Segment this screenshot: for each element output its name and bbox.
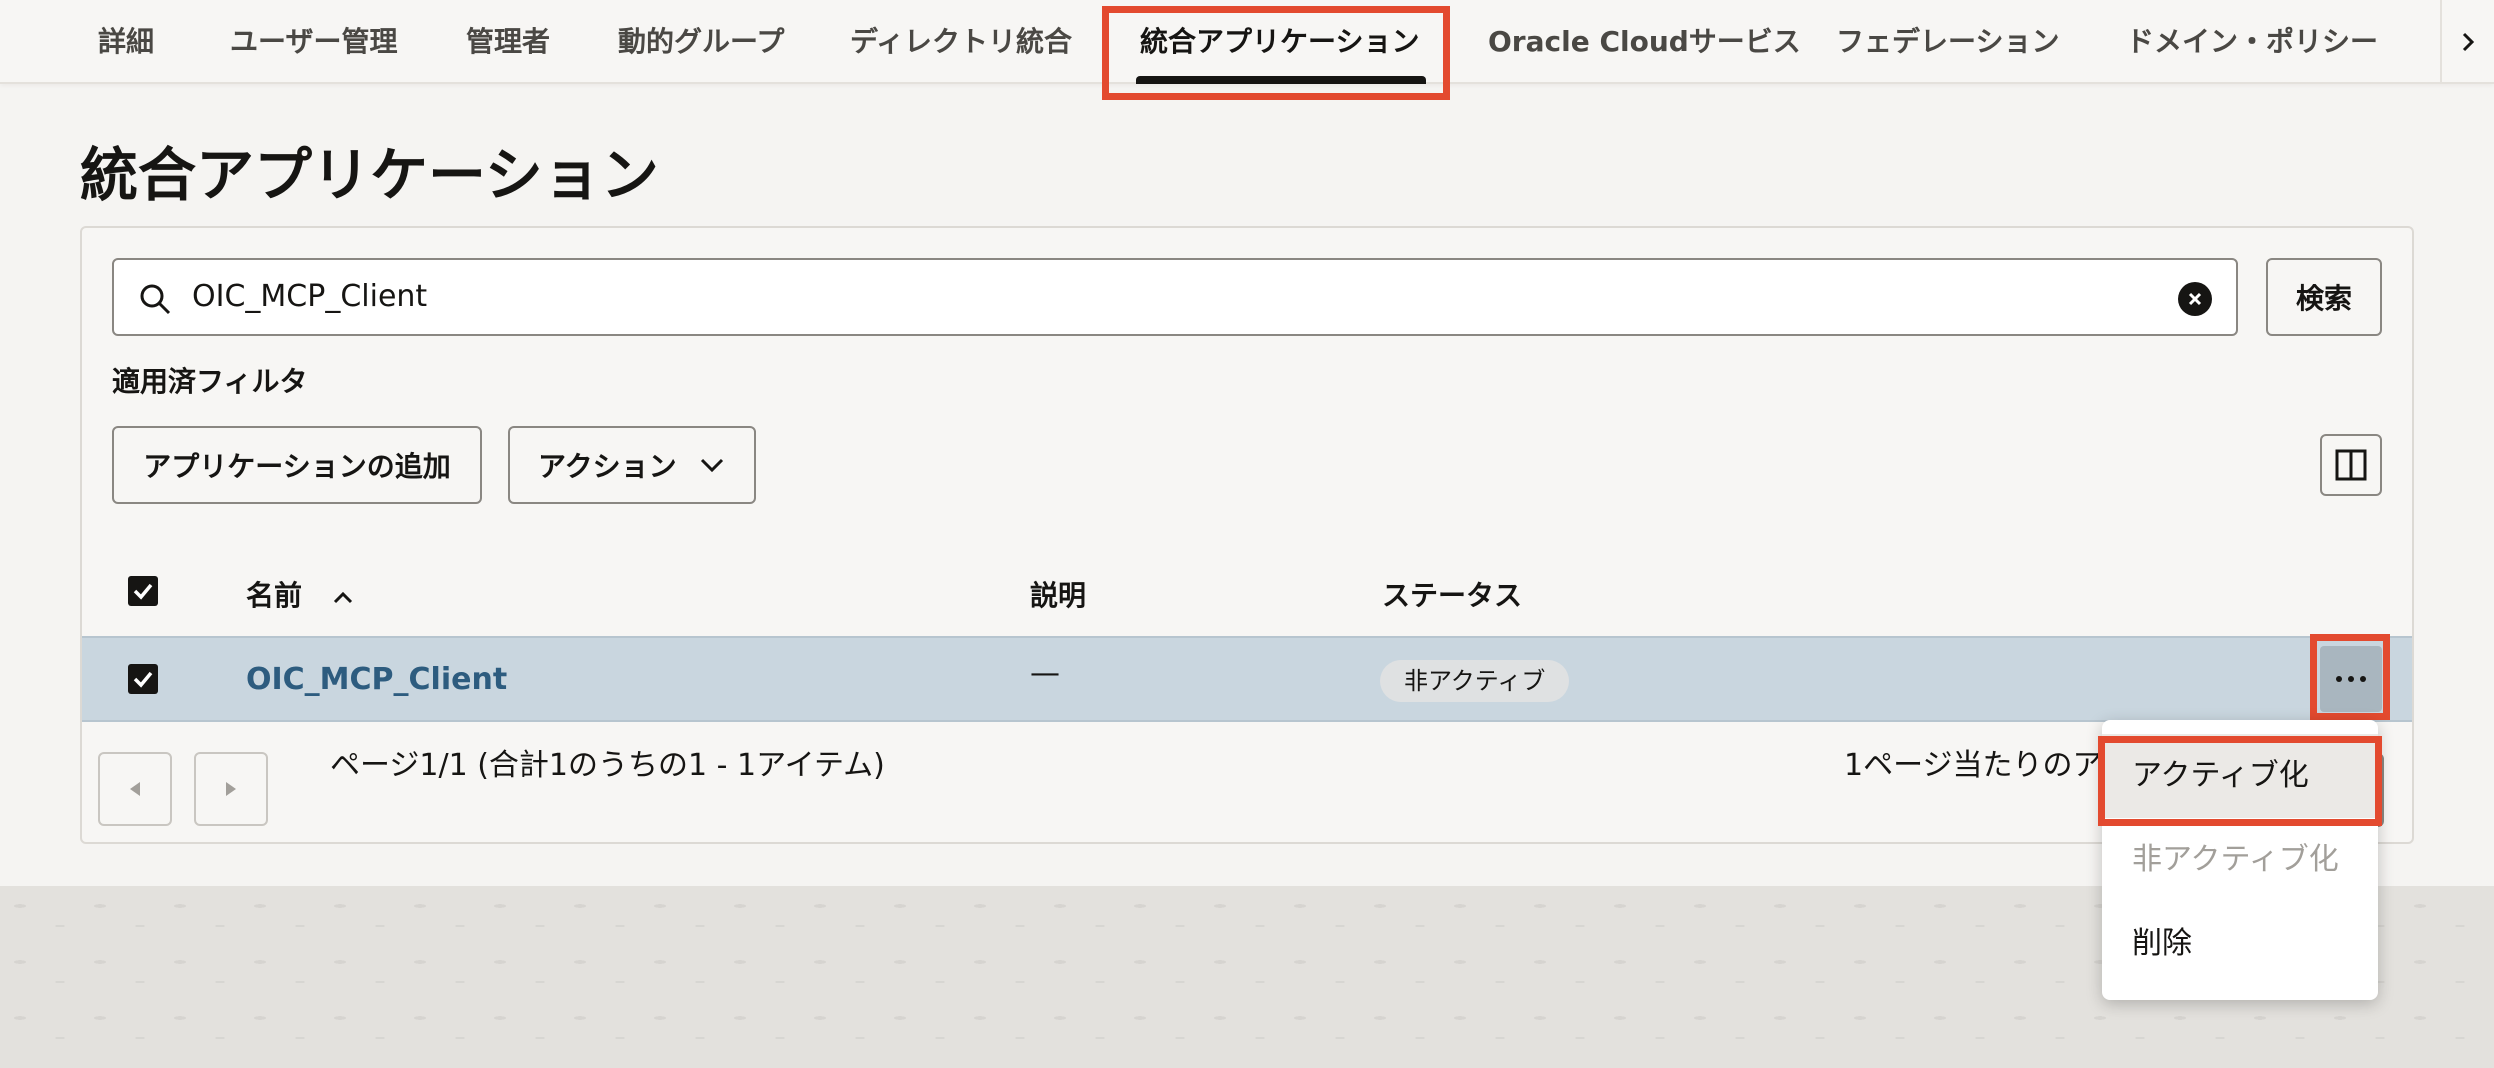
- search-value: OIC_MCP_Client: [192, 279, 428, 314]
- search-icon: [140, 284, 171, 315]
- applied-filters-label: 適用済フィルタ: [112, 365, 308, 398]
- chevron-right-icon: [2462, 32, 2475, 52]
- tab-oracle-cloud-services[interactable]: Oracle Cloudサービス: [1488, 0, 1801, 84]
- column-layout-button[interactable]: [2320, 434, 2382, 496]
- select-all-checkbox[interactable]: [128, 576, 158, 606]
- row-actions-menu-button[interactable]: [2320, 646, 2382, 712]
- close-icon: [2188, 292, 2202, 306]
- tab-dynamic-groups[interactable]: 動的グループ: [618, 0, 784, 84]
- next-page-button[interactable]: [194, 752, 268, 826]
- menu-item-deactivate: 非アクティブ化: [2132, 842, 2339, 877]
- sort-ascending-icon: [333, 591, 352, 604]
- applications-panel: OIC_MCP_Client 検索 適用済フィルタ アプリケーションの追加 アク…: [80, 226, 2414, 844]
- columns-icon: [2335, 449, 2367, 481]
- application-description: —: [1030, 656, 1060, 691]
- check-icon: [133, 583, 153, 600]
- clear-search-icon[interactable]: [2178, 282, 2212, 316]
- previous-page-button[interactable]: [98, 752, 172, 826]
- column-header-name[interactable]: 名前: [246, 574, 354, 614]
- search-button[interactable]: 検索: [2266, 258, 2382, 336]
- tab-federation[interactable]: フェデレーション: [1836, 0, 2059, 84]
- status-badge: 非アクティブ: [1380, 660, 1570, 702]
- chevron-down-icon: [700, 458, 723, 473]
- search-input[interactable]: OIC_MCP_Client: [112, 258, 2238, 336]
- menu-item-activate[interactable]: アクティブ化: [2102, 734, 2378, 818]
- application-name-link[interactable]: OIC_MCP_Client: [246, 662, 507, 697]
- row-checkbox[interactable]: [128, 664, 158, 694]
- tab-user-management[interactable]: ユーザー管理: [230, 0, 397, 84]
- actions-button-label: アクション: [538, 450, 677, 483]
- tab-administrators[interactable]: 管理者: [466, 0, 550, 84]
- tab-integrated-applications[interactable]: 統合アプリケーション: [1140, 0, 1419, 84]
- table-row[interactable]: OIC_MCP_Client — 非アクティブ: [82, 636, 2412, 722]
- add-application-button[interactable]: アプリケーションの追加: [112, 426, 482, 504]
- integrated-applications-page: 詳細 ユーザー管理 管理者 動的グループ ディレクトリ統合 統合アプリケーション…: [0, 0, 2494, 1068]
- tab-domain-policies[interactable]: ドメイン・ポリシー: [2126, 0, 2378, 84]
- triangle-right-icon: [226, 782, 236, 796]
- column-header-description: 説明: [1030, 579, 1087, 612]
- more-options-icon: [2336, 676, 2366, 682]
- triangle-left-icon: [130, 782, 140, 796]
- tab-bar: 詳細 ユーザー管理 管理者 動的グループ ディレクトリ統合 統合アプリケーション…: [0, 0, 2494, 84]
- tab-scroll-next-button[interactable]: [2440, 0, 2494, 84]
- items-per-page-label: 1ページ当たりのアイ: [1844, 748, 2131, 783]
- column-header-status: ステータス: [1382, 579, 1523, 612]
- menu-item-delete[interactable]: 削除: [2102, 902, 2378, 986]
- check-icon: [133, 671, 153, 688]
- actions-button[interactable]: アクション: [508, 426, 756, 504]
- active-tab-indicator: [1136, 76, 1426, 84]
- page-title: 統合アプリケーション: [80, 141, 659, 209]
- column-header-name-label: 名前: [246, 579, 303, 612]
- tab-directory-integration[interactable]: ディレクトリ統合: [850, 0, 1072, 84]
- pagination-summary: ページ1/1 (合計1のうちの1 - 1アイテム): [330, 748, 885, 783]
- row-actions-menu: アクティブ化 非アクティブ化 削除: [2102, 720, 2378, 1000]
- tab-details[interactable]: 詳細: [98, 0, 154, 84]
